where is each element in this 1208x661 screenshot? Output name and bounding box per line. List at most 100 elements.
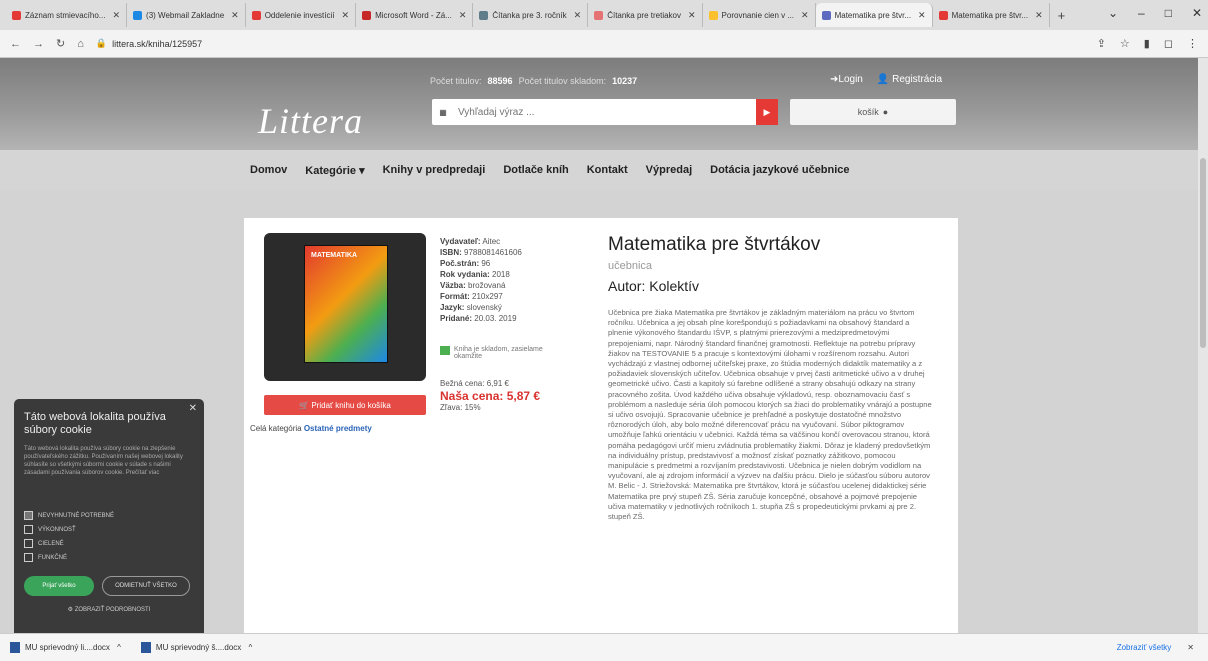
chevron-up-icon[interactable]: ^ — [115, 643, 121, 652]
tab-list: Záznam stmievacího... ✕ (3) Webmail Zaklad… — [6, 3, 1050, 27]
close-download-bar-icon[interactable]: ✕ — [1187, 643, 1194, 652]
meta-language: Jazyk: slovenský — [440, 302, 522, 313]
meta-publisher: Vydavateľ: Aitec — [440, 236, 522, 247]
browser-tab[interactable]: Záznam stmievacího... ✕ — [6, 3, 128, 27]
stock-status: Kniha je skladom, zasielame okamžite — [440, 346, 550, 360]
minimize-button[interactable]: – — [1138, 6, 1145, 20]
browser-tab[interactable]: Čítanka pre tretiakov ✕ — [588, 3, 703, 27]
cookie-option-label: CIELENÉ — [38, 540, 64, 547]
chevron-up-icon[interactable]: ^ — [246, 643, 253, 652]
tab-close-icon[interactable]: ✕ — [918, 10, 926, 21]
tab-favicon-icon — [594, 10, 604, 20]
stock-text: Kniha je skladom, zasielame okamžite — [454, 346, 543, 360]
share-icon[interactable]: ⇪ — [1097, 37, 1106, 50]
regular-price: Bežná cena: 6,91 € — [440, 379, 509, 388]
search-submit-button[interactable]: ▶ — [756, 99, 778, 125]
home-icon[interactable]: ⌂ — [77, 38, 84, 50]
tab-title: Čítanka pre 3. ročník — [492, 10, 567, 20]
decline-all-button[interactable]: ODMIETNUŤ VŠETKO — [102, 576, 190, 596]
checkbox[interactable] — [24, 525, 33, 534]
browser-tab[interactable]: Porovnanie cien v ... ✕ — [703, 3, 816, 27]
bookmark-star-icon[interactable]: ☆ — [1120, 37, 1130, 50]
tab-close-icon[interactable]: ✕ — [231, 10, 239, 21]
browser-tab[interactable]: (3) Webmail Zakladne ✕ — [127, 3, 246, 27]
main-navigation: Domov Kategórie ▾ Knihy v predpredaji Dotla… — [0, 150, 1208, 190]
register-link[interactable]: 👤 Registrácia — [877, 74, 942, 85]
download-bar-actions: Zobraziť všetky ✕ — [1117, 643, 1194, 652]
forward-icon[interactable]: → — [33, 38, 44, 50]
show-all-downloads-link[interactable]: Zobraziť všetky — [1117, 643, 1172, 652]
meta-label: ISBN: — [440, 248, 462, 257]
reload-icon[interactable]: ↻ — [56, 37, 65, 50]
cookie-option[interactable]: CIELENÉ — [24, 539, 194, 548]
site-header: Počet titulov: 88596 Počet titulov sklad… — [0, 58, 1208, 150]
meta-label: Vydavateľ: — [440, 237, 481, 246]
checkbox[interactable] — [24, 511, 33, 520]
book-cover-image[interactable]: MATEMATIKA — [264, 233, 426, 381]
tab-close-icon[interactable]: ✕ — [688, 10, 696, 21]
auth-links: ➜Login 👤 Registrácia — [830, 74, 942, 85]
menu-dots-icon[interactable]: ⋮ — [1187, 37, 1198, 50]
nav-item[interactable]: Dotlače kníh — [503, 164, 568, 176]
cookie-settings-link[interactable]: ⚙ ZOBRAZIŤ PODROBNOSTI — [24, 606, 194, 613]
back-icon[interactable]: ← — [10, 38, 21, 50]
cookie-option[interactable]: FUNKČNÉ — [24, 553, 194, 562]
tab-close-icon[interactable]: ✕ — [1035, 10, 1043, 21]
meta-added: Pridané: 20.03. 2019 — [440, 313, 522, 324]
search-input[interactable] — [454, 106, 756, 118]
meta-value: brožovaná — [468, 281, 506, 290]
url-text: littera.sk/kniha/125957 — [112, 38, 203, 49]
download-item[interactable]: MU sprievodný li....docx ^ — [10, 642, 121, 653]
nav-item[interactable]: Kontakt — [587, 164, 628, 176]
scrollbar-thumb[interactable] — [1200, 158, 1206, 348]
page-scrollbar[interactable] — [1198, 58, 1208, 633]
browser-tab[interactable]: Matematika pre štvr... ✕ — [815, 3, 933, 27]
browser-tab[interactable]: Oddelenie investícií ✕ — [246, 3, 357, 27]
close-icon[interactable]: ✕ — [189, 403, 197, 414]
cart-button[interactable]: košík ● — [790, 99, 956, 125]
reading-list-icon[interactable]: ▮ — [1144, 37, 1150, 50]
nav-item[interactable]: Dotácia jazykové učebnice — [710, 164, 849, 176]
tab-favicon-icon — [362, 10, 372, 20]
tab-close-icon[interactable]: ✕ — [459, 10, 467, 21]
close-window-button[interactable]: ✕ — [1192, 6, 1202, 20]
tab-close-icon[interactable]: ✕ — [801, 10, 809, 21]
add-to-cart-button[interactable]: 🛒 Pridať knihu do košíka — [264, 395, 426, 415]
tab-title: Porovnanie cien v ... — [721, 10, 795, 20]
nav-item[interactable]: Výpredaj — [646, 164, 692, 176]
profile-icon[interactable]: ◻ — [1164, 37, 1173, 50]
checkbox[interactable] — [24, 539, 33, 548]
cookie-option[interactable]: NEVYHNUTNÉ POTREBNÉ — [24, 511, 194, 520]
download-bar: MU sprievodný li....docx ^ MU sprievodný … — [0, 633, 1208, 661]
category-link[interactable]: Ostatné predmety — [304, 424, 372, 433]
product-subtitle: učebnica — [608, 260, 653, 272]
browser-tab[interactable]: Microsoft Word - Zá... ✕ — [356, 3, 474, 27]
nav-item[interactable]: Domov — [250, 164, 287, 176]
download-item[interactable]: MU sprievodný š....docx ^ — [140, 642, 253, 653]
product-title: Matematika pre štvrtákov — [608, 234, 821, 255]
meta-value: 9788081461606 — [464, 248, 522, 257]
search-category-icon[interactable]: ▦ — [432, 99, 454, 125]
cookie-option[interactable]: VÝKONNOSŤ — [24, 525, 194, 534]
tab-close-icon[interactable]: ✕ — [112, 10, 120, 21]
browser-tab[interactable]: Matematika pre štvr... ✕ — [933, 3, 1050, 27]
nav-item[interactable]: Knihy v predpredaji — [383, 164, 486, 176]
cart-icon: ● — [882, 107, 889, 117]
maximize-button[interactable]: □ — [1165, 6, 1172, 20]
product-description: Učebnica pre žiaka Matematika pre štvrtá… — [608, 308, 932, 522]
accept-all-button[interactable]: Prijať všetko — [24, 576, 94, 596]
login-link[interactable]: ➜Login — [830, 74, 863, 85]
site-logo[interactable]: Littera — [258, 100, 363, 142]
tab-title: Záznam stmievacího... — [25, 10, 106, 20]
tab-close-icon[interactable]: ✕ — [342, 10, 350, 21]
browser-tab[interactable]: Čítanka pre 3. ročník ✕ — [473, 3, 589, 27]
checkbox[interactable] — [24, 553, 33, 562]
browser-toolbar-right: ⇪ ☆ ▮ ◻ ⋮ — [1097, 37, 1198, 50]
nav-item[interactable]: Kategórie ▾ — [305, 164, 364, 177]
tab-search-chevron-icon[interactable]: ⌄ — [1108, 6, 1118, 20]
tab-close-icon[interactable]: ✕ — [574, 10, 582, 21]
window-controls: ⌄ – □ ✕ — [1108, 6, 1202, 20]
new-tab-button[interactable]: + — [1050, 8, 1074, 23]
url-field[interactable]: 🔒 littera.sk/kniha/125957 — [96, 38, 202, 49]
register-label: Registrácia — [892, 74, 943, 85]
